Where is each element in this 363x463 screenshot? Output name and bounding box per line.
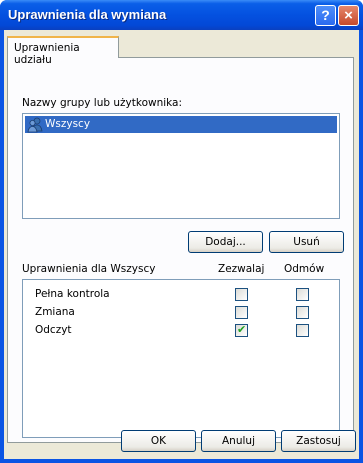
title-bar[interactable]: Uprawnienia dla wymiana ? × [0, 0, 363, 30]
allow-checkbox[interactable] [235, 288, 248, 301]
deny-column-header: Odmów [284, 263, 325, 275]
allow-checkbox[interactable]: ✔ [235, 323, 248, 337]
tab-panel: Nazwy grupy lub użytkownika: Wszyscy Dod… [7, 57, 354, 443]
dialog-body: Uprawnienia udziału Nazwy grupy lub użyt… [4, 30, 359, 459]
list-item[interactable]: Wszyscy [25, 116, 337, 133]
allow-checkbox[interactable] [235, 306, 248, 319]
cancel-button[interactable]: Anuluj [201, 430, 276, 452]
remove-button[interactable]: Usuń [269, 231, 344, 253]
permission-name: Odczyt [35, 324, 72, 336]
groups-listbox[interactable]: Wszyscy [22, 113, 340, 219]
permission-name: Zmiana [35, 306, 75, 318]
window-title: Uprawnienia dla wymiana [8, 7, 167, 22]
apply-button[interactable]: Zastosuj [281, 430, 356, 452]
groups-label: Nazwy grupy lub użytkownika: [22, 97, 183, 109]
deny-checkbox[interactable] [296, 324, 309, 337]
users-group-icon [27, 116, 43, 133]
help-button[interactable]: ? [315, 5, 336, 26]
list-item-label: Wszyscy [45, 118, 91, 130]
allow-column-header: Zezwalaj [218, 263, 265, 275]
add-button[interactable]: Dodaj... [188, 231, 263, 253]
deny-checkbox[interactable] [296, 306, 309, 319]
deny-checkbox[interactable] [296, 288, 309, 301]
permissions-list: Pełna kontrola Zmiana Odczyt ✔ [22, 279, 340, 438]
ok-button[interactable]: OK [121, 430, 196, 452]
dialog-window: Uprawnienia dla wymiana ? × Uprawnienia … [0, 0, 363, 463]
checkmark-icon: ✔ [237, 323, 247, 336]
close-button[interactable]: × [338, 5, 359, 26]
tab-share-permissions[interactable]: Uprawnienia udziału [7, 36, 119, 66]
permission-name: Pełna kontrola [35, 288, 110, 300]
permissions-header: Uprawnienia dla Wszyscy [22, 263, 156, 275]
